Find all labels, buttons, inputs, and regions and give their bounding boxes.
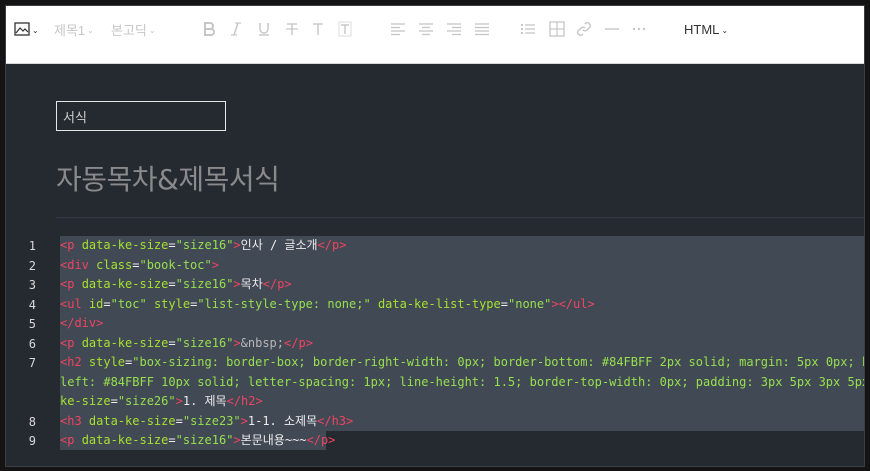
image-icon: [14, 22, 30, 36]
line-number: 6: [28, 336, 36, 351]
line-number: 8: [28, 414, 36, 429]
underline-icon: [259, 23, 269, 36]
code-line[interactable]: left: #84FBFF 10px solid; letter-spacing…: [60, 373, 864, 393]
link-button[interactable]: [576, 20, 592, 38]
html-mode-toggle[interactable]: HTML ⌄: [684, 20, 728, 38]
code-line[interactable]: <p data-ke-size="size16">본문내용~~~</p>: [60, 431, 858, 451]
align-justify-icon: [475, 23, 489, 36]
line-number: 9: [28, 434, 36, 448]
line-number: 4: [28, 297, 36, 312]
strikethrough-button[interactable]: [285, 20, 299, 38]
text-color-icon: [313, 23, 323, 35]
text-color-button[interactable]: [311, 20, 325, 38]
list-icon: [521, 24, 535, 34]
font-select[interactable]: 본고딕 ⌄: [111, 20, 156, 38]
align-right-icon: [447, 23, 461, 36]
post-title[interactable]: 자동목차&제목서식: [56, 158, 280, 198]
underline-button[interactable]: [257, 20, 271, 38]
strikethrough-icon: [286, 23, 298, 35]
link-icon: [577, 22, 591, 36]
line-number: 5: [28, 317, 36, 331]
heading-select[interactable]: 제목1 ⌄: [54, 20, 94, 38]
code-line[interactable]: ke-size="size26">1. 제목</h2>: [60, 392, 858, 412]
text-background-button[interactable]: [338, 20, 352, 38]
chevron-down-icon: ⌄: [87, 25, 94, 35]
code-line[interactable]: <p data-ke-size="size16">목차</p>: [60, 275, 858, 295]
category-field[interactable]: 서식: [56, 101, 226, 131]
code-line[interactable]: <h3 data-ke-size="size23">1-1. 소제목</h3>: [60, 412, 858, 432]
insert-image-button[interactable]: ⌄: [14, 20, 39, 38]
category-field-value: 서식: [63, 109, 87, 125]
align-justify-button[interactable]: [474, 20, 490, 38]
html-mode-label: HTML: [684, 21, 720, 37]
line-number: 3: [28, 278, 36, 292]
table-button[interactable]: [549, 20, 565, 38]
italic-icon: [231, 22, 241, 36]
align-left-icon: [391, 23, 405, 36]
more-icon: [632, 27, 646, 31]
chevron-down-icon: ⌄: [32, 25, 39, 35]
italic-button[interactable]: [231, 20, 241, 38]
title-divider: [56, 217, 864, 218]
font-select-label: 본고딕: [111, 22, 147, 38]
code-line[interactable]: <ul id="toc" style="list-style-type: non…: [60, 295, 858, 315]
line-number: 1: [28, 239, 36, 253]
chevron-down-icon: ⌄: [148, 25, 156, 35]
text-background-icon: [338, 21, 352, 37]
align-center-button[interactable]: [418, 20, 434, 38]
more-button[interactable]: [631, 20, 647, 38]
bold-icon: [204, 22, 215, 36]
code-line[interactable]: </div>: [60, 314, 858, 334]
align-center-icon: [419, 23, 433, 36]
editor-toolbar: ⌄ 제목1 ⌄ 본고딕 ⌄ HTML ⌄: [6, 6, 864, 64]
list-button[interactable]: [520, 20, 536, 38]
code-line[interactable]: <p data-ke-size="size16">인사 / 글소개</p>: [60, 236, 858, 256]
line-number: 2: [28, 258, 36, 273]
horizontal-rule-button[interactable]: [604, 20, 620, 38]
bold-button[interactable]: [203, 20, 215, 38]
html-code-editor[interactable]: <p data-ke-size="size16">인사 / 글소개</p> <di…: [60, 236, 864, 451]
horizontal-rule-icon: [605, 28, 619, 30]
table-icon: [549, 21, 565, 37]
line-number: 7: [28, 356, 36, 370]
chevron-down-icon: ⌄: [721, 25, 729, 35]
code-line[interactable]: <div class="book-toc">: [60, 256, 858, 276]
align-left-button[interactable]: [390, 20, 406, 38]
editor-window: ⌄ 제목1 ⌄ 본고딕 ⌄ HTML ⌄ 서식 자동목차&제목서식 1 2 3 …: [6, 6, 864, 466]
align-right-button[interactable]: [446, 20, 462, 38]
heading-select-label: 제목1: [54, 22, 86, 38]
code-line[interactable]: <p data-ke-size="size16">&nbsp;</p>: [60, 334, 858, 354]
code-line[interactable]: <h2 style="box-sizing: border-box; borde…: [60, 353, 864, 373]
